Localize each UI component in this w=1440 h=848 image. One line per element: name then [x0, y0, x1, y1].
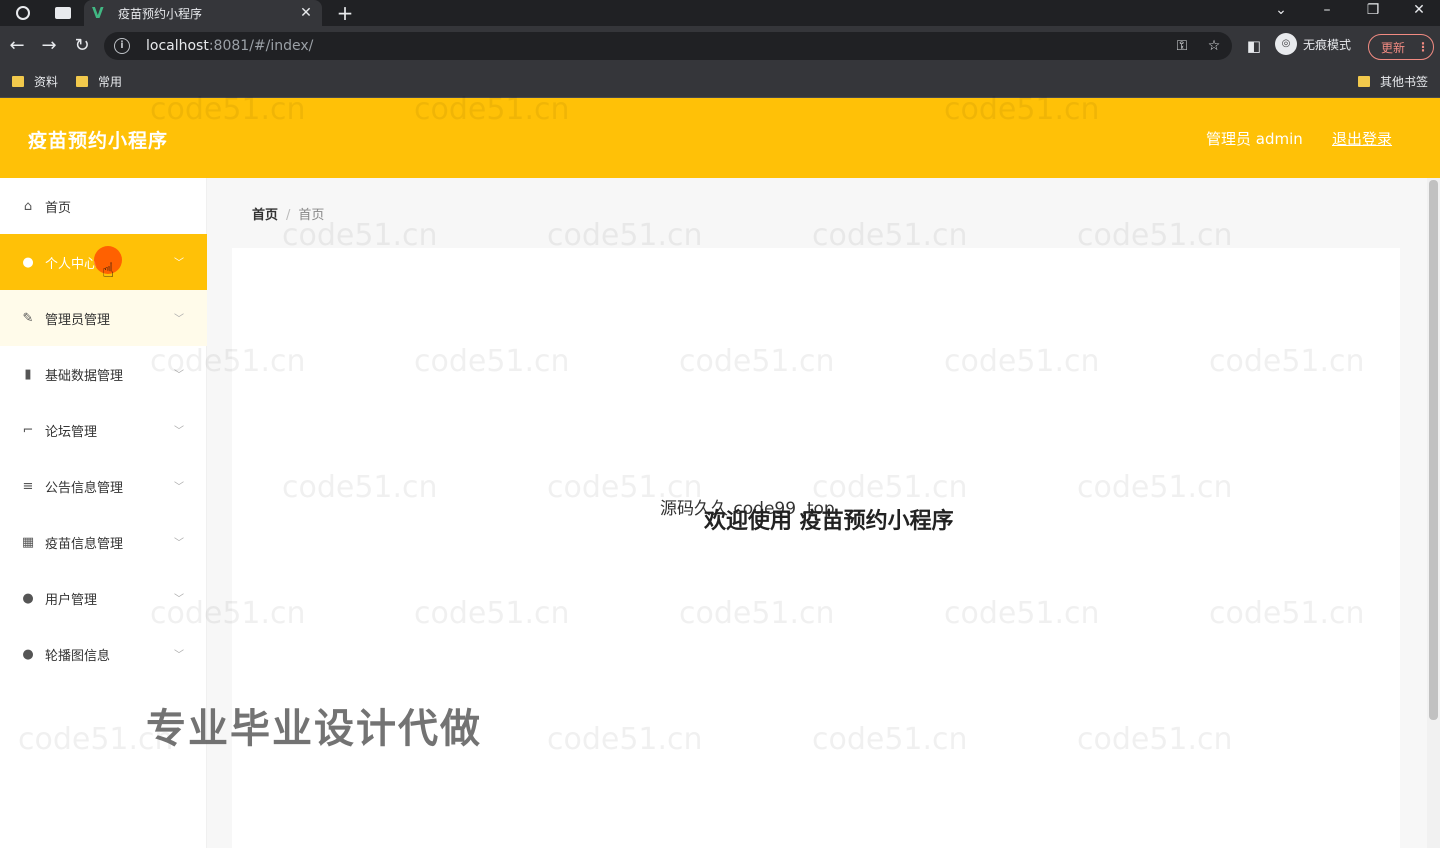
sidebar-item-label: 公告信息管理	[45, 480, 124, 496]
sidebar-item-label: 个人中心	[45, 256, 98, 272]
info-icon[interactable]: i	[114, 38, 130, 54]
welcome-panel: 源码久久 code99 .top 欢迎使用 疫苗预约小程序	[232, 248, 1400, 848]
home-icon: ⌂	[23, 198, 33, 214]
chevron-down-icon: ﹀	[174, 594, 184, 605]
forward-icon[interactable]: →	[37, 34, 61, 58]
incognito-icon: ◎	[1275, 33, 1297, 55]
sidebar-item-label: 轮播图信息	[45, 648, 111, 664]
incognito-label: 无痕模式	[1303, 37, 1352, 52]
sidebar-item-vaccines[interactable]: ▦ 疫苗信息管理 ﹀	[0, 514, 207, 570]
sidebar-item-label: 疫苗信息管理	[45, 536, 124, 552]
restore-icon[interactable]: ❐	[1358, 0, 1388, 24]
sidebar-item-base-data[interactable]: ▮ 基础数据管理 ﹀	[0, 346, 207, 402]
user-label: 管理员 admin	[1206, 130, 1303, 148]
tab-search-icon[interactable]	[52, 3, 74, 23]
sidebar-item-admins[interactable]: ✎ 管理员管理 ﹀	[0, 290, 207, 346]
scrollbar[interactable]	[1427, 178, 1440, 848]
hand-cursor-icon: ☝	[102, 258, 115, 282]
scrollbar-thumb[interactable]	[1429, 180, 1438, 720]
welcome-text: 欢迎使用 疫苗预约小程序	[704, 509, 954, 534]
sidebar-item-notices[interactable]: ≡ 公告信息管理 ﹀	[0, 458, 207, 514]
browser-tab[interactable]: V 疫苗预约小程序 ✕	[84, 0, 322, 26]
chevron-down-icon: ﹀	[174, 370, 184, 381]
sidebar-item-home[interactable]: ⌂ 首页	[0, 178, 207, 234]
folder-icon	[76, 76, 88, 87]
breadcrumb: 首页 / 首页	[252, 208, 325, 223]
close-icon[interactable]: ✕	[298, 5, 314, 21]
url-text: localhost:8081/#/index/	[146, 38, 314, 54]
promo-overlay-text: 专业毕业设计代做	[146, 706, 482, 752]
bookmark-folder[interactable]: 资料	[12, 73, 58, 90]
chevron-down-icon: ﹀	[174, 538, 184, 549]
chevron-down-icon: ﹀	[174, 314, 184, 325]
sidebar-item-label: 用户管理	[45, 592, 98, 608]
globe-icon[interactable]	[12, 3, 34, 23]
sidebar-item-label: 管理员管理	[45, 312, 111, 328]
chevron-down-icon: ﹀	[174, 650, 184, 661]
grid-icon: ▦	[21, 534, 35, 550]
sidebar-item-label: 论坛管理	[45, 424, 98, 440]
sidebar-item-label: 基础数据管理	[45, 368, 124, 384]
chevron-down-icon[interactable]: ⌄	[1266, 0, 1296, 24]
window-close-icon[interactable]: ✕	[1404, 0, 1434, 24]
tab-title: 疫苗预约小程序	[118, 6, 203, 21]
sidepanel-icon[interactable]: ◧	[1242, 34, 1266, 58]
folder-icon	[12, 76, 24, 87]
chevron-down-icon: ﹀	[174, 258, 184, 269]
logout-link[interactable]: 退出登录	[1332, 128, 1392, 149]
chevron-down-icon: ﹀	[174, 426, 184, 437]
sidebar-item-carousel[interactable]: ● 轮播图信息 ﹀	[0, 626, 207, 682]
back-icon[interactable]: ←	[5, 34, 29, 58]
app-header: 疫苗预约小程序 管理员 admin 退出登录	[0, 98, 1440, 178]
key-icon[interactable]: ⚿	[1172, 36, 1192, 56]
more-icon: ⋮	[1417, 40, 1430, 54]
sidebar-item-users[interactable]: ● 用户管理 ﹀	[0, 570, 207, 626]
url-input[interactable]: i localhost:8081/#/index/ ⚿ ☆	[104, 32, 1232, 60]
update-button[interactable]: 更新 ⋮	[1368, 34, 1434, 60]
bar-chart-icon: ▮	[24, 366, 32, 382]
reload-icon[interactable]: ↻	[70, 34, 94, 58]
sidebar-item-forum[interactable]: ⌐ 论坛管理 ﹀	[0, 402, 207, 458]
address-bar: ← → ↻ i localhost:8081/#/index/ ⚿ ☆ ◧ ◎ …	[0, 26, 1440, 66]
vue-logo-icon: V	[92, 4, 104, 22]
person-icon: ●	[22, 590, 34, 606]
bookmark-folder[interactable]: 常用	[76, 73, 122, 90]
folder-icon	[1358, 76, 1370, 87]
minimize-icon[interactable]: –	[1312, 0, 1342, 24]
chevron-down-icon: ﹀	[174, 482, 184, 493]
person-icon: ●	[22, 646, 34, 662]
bookmarks-bar: 资料 常用 其他书签	[0, 66, 1440, 98]
pen-icon: ✎	[22, 310, 34, 326]
breadcrumb-current: 首页	[298, 208, 325, 223]
app-title: 疫苗预约小程序	[28, 130, 169, 152]
new-tab-icon[interactable]: +	[334, 1, 356, 25]
other-bookmarks[interactable]: 其他书签	[1358, 73, 1428, 90]
sidebar-item-label: 首页	[45, 200, 72, 216]
star-icon[interactable]: ☆	[1204, 36, 1224, 56]
breadcrumb-root[interactable]: 首页	[252, 208, 278, 223]
browser-tabbar: V 疫苗预约小程序 ✕ + ⌄ – ❐ ✕	[0, 0, 1440, 26]
list-icon: ≡	[22, 478, 34, 494]
incognito-indicator[interactable]: ◎ 无痕模式	[1275, 33, 1351, 55]
crop-icon: ⌐	[22, 422, 34, 438]
user-icon: ●	[22, 254, 34, 270]
